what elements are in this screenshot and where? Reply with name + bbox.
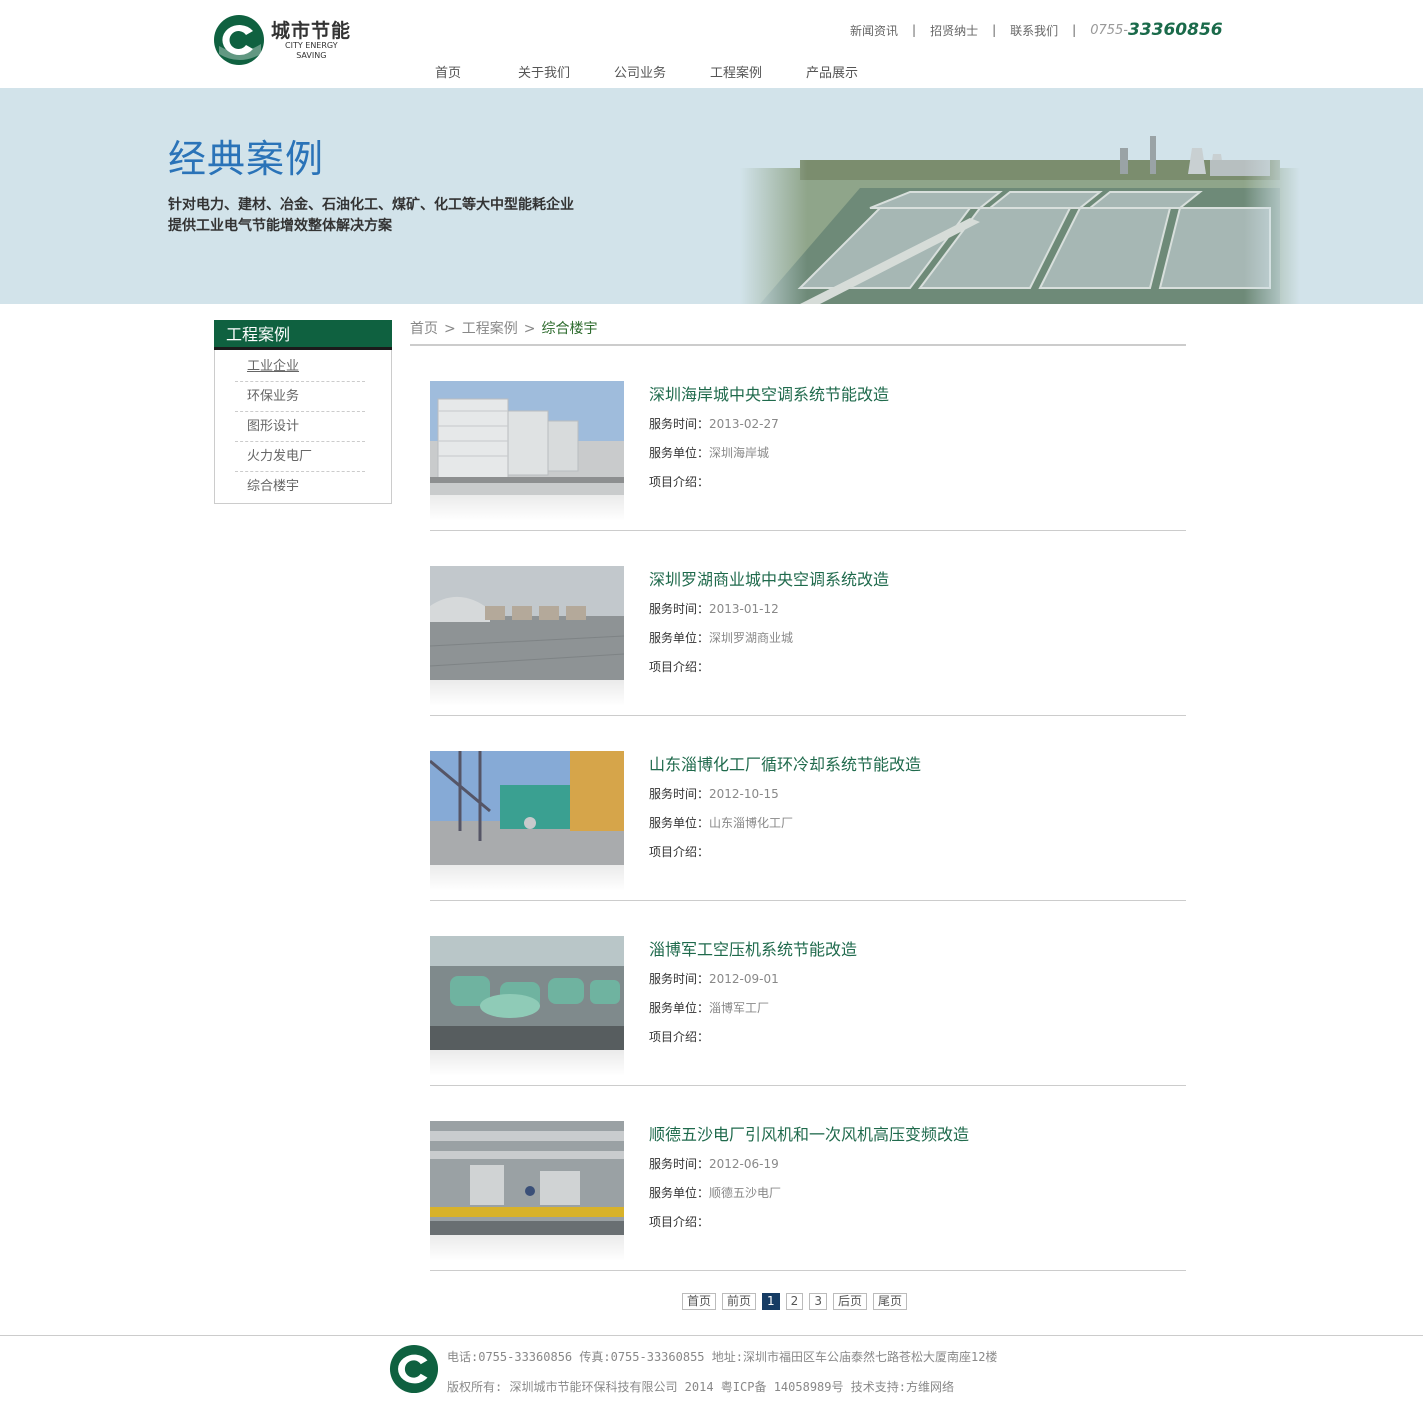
nav-cases[interactable]: 工程案例 <box>688 62 784 86</box>
phone-prefix: 0755- <box>1090 22 1128 38</box>
nav-home[interactable]: 首页 <box>400 62 496 86</box>
case-service-unit: 服务单位：山东淄博化工厂 <box>649 816 794 830</box>
banner: 经典案例 针对电力、建材、冶金、石油化工、煤矿、化工等大中型能耗企业 提供工业电… <box>0 88 1423 304</box>
pager-prev[interactable]: 前页 <box>722 1293 757 1310</box>
banner-subtitle-1: 针对电力、建材、冶金、石油化工、煤矿、化工等大中型能耗企业 <box>168 197 574 213</box>
breadcrumb-current: 综合楼宇 <box>541 321 598 337</box>
logo-text-cn: 城市节能 <box>271 20 352 42</box>
case-intro: 项目介绍： <box>649 1030 710 1044</box>
case-intro: 项目介绍： <box>649 1215 710 1229</box>
case-thumbnail[interactable] <box>430 1121 624 1235</box>
footer-copyright: 版权所有: 深圳城市节能环保科技有限公司 2014 粤ICP备 14058989… <box>447 1380 954 1394</box>
topnav-contact-link[interactable]: 联系我们 <box>1010 22 1058 39</box>
pager-page-1[interactable]: 1 <box>762 1293 780 1310</box>
case-thumbnail[interactable] <box>430 936 624 1050</box>
banner-title: 经典案例 <box>168 137 325 181</box>
topnav-news-link[interactable]: 新闻资讯 <box>850 22 898 39</box>
thumbnail-reflection <box>430 680 624 706</box>
case-thumbnail[interactable] <box>430 566 624 680</box>
sidebar: 工程案例 工业企业 环保业务 图形设计 火力发电厂 综合楼宇 <box>214 320 392 504</box>
case-title[interactable]: 深圳罗湖商业城中央空调系统改造 <box>649 566 889 590</box>
logo-mark-icon <box>214 15 264 65</box>
phone-number: 33360856 <box>1127 20 1223 40</box>
case-service-unit: 服务单位：深圳罗湖商业城 <box>649 631 794 645</box>
case-item: 山东淄博化工厂循环冷却系统节能改造 服务时间：2012-10-15 服务单位：山… <box>430 751 1186 901</box>
logo[interactable]: 城市节能 CITY ENERGY SAVING <box>213 14 365 68</box>
breadcrumb: 首页 > 工程案例 > 综合楼宇 <box>410 318 1186 346</box>
nav-about[interactable]: 关于我们 <box>496 62 592 86</box>
sidebar-list: 工业企业 环保业务 图形设计 火力发电厂 综合楼宇 <box>214 350 392 504</box>
thumbnail-reflection <box>430 865 624 891</box>
case-service-time: 服务时间：2012-06-19 <box>649 1157 779 1171</box>
banner-plant-image <box>740 88 1300 304</box>
pager-next[interactable]: 后页 <box>832 1293 867 1310</box>
case-thumbnail[interactable] <box>430 751 624 865</box>
footer-contact: 电话:0755-33360856 传真:0755-33360855 地址:深圳市… <box>447 1350 998 1364</box>
thumbnail-reflection <box>430 1050 624 1076</box>
case-item: 深圳罗湖商业城中央空调系统改造 服务时间：2013-01-12 服务单位：深圳罗… <box>430 566 1186 716</box>
case-intro: 项目介绍： <box>649 845 710 859</box>
sidebar-heading: 工程案例 <box>214 320 392 350</box>
pager-page-2[interactable]: 2 <box>785 1293 804 1310</box>
nav-products[interactable]: 产品展示 <box>784 62 880 86</box>
footer-logo-icon <box>389 1344 439 1394</box>
case-title[interactable]: 淄博军工空压机系统节能改造 <box>649 936 857 960</box>
case-thumbnail[interactable] <box>430 381 624 495</box>
breadcrumb-home[interactable]: 首页 <box>410 321 438 337</box>
case-item: 顺德五沙电厂引风机和一次风机高压变频改造 服务时间：2012-06-19 服务单… <box>430 1121 1186 1271</box>
top-nav: 新闻资讯 | 招贤纳士 | 联系我们 | 0755- 33360856 <box>850 20 1223 40</box>
footer-divider <box>0 1335 1423 1336</box>
case-intro: 项目介绍： <box>649 660 710 674</box>
case-title[interactable]: 山东淄博化工厂循环冷却系统节能改造 <box>649 751 921 775</box>
pagination: 首页 前页 1 2 3 后页 尾页 <box>682 1293 907 1310</box>
case-title[interactable]: 深圳海岸城中央空调系统节能改造 <box>649 381 889 405</box>
sidebar-item-power-plant[interactable]: 火力发电厂 <box>235 442 365 472</box>
sidebar-item-buildings[interactable]: 综合楼宇 <box>235 472 365 502</box>
case-service-time: 服务时间：2013-02-27 <box>649 417 779 431</box>
main-nav: 首页 关于我们 公司业务 工程案例 产品展示 <box>400 62 880 86</box>
thumbnail-reflection <box>430 495 624 521</box>
thumbnail-reflection <box>430 1235 624 1261</box>
case-item: 淄博军工空压机系统节能改造 服务时间：2012-09-01 服务单位：淄博军工厂… <box>430 936 1186 1086</box>
pager-last[interactable]: 尾页 <box>872 1293 907 1310</box>
case-service-unit: 服务单位：淄博军工厂 <box>649 1001 770 1015</box>
nav-business[interactable]: 公司业务 <box>592 62 688 86</box>
logo-text-en: CITY ENERGY SAVING <box>285 41 338 60</box>
case-service-unit: 服务单位：深圳海岸城 <box>649 446 770 460</box>
sidebar-item-environmental[interactable]: 环保业务 <box>235 382 365 412</box>
case-title[interactable]: 顺德五沙电厂引风机和一次风机高压变频改造 <box>649 1121 969 1145</box>
case-service-time: 服务时间：2013-01-12 <box>649 602 779 616</box>
case-service-unit: 服务单位：顺德五沙电厂 <box>649 1186 782 1200</box>
divider: | <box>912 23 917 37</box>
case-service-time: 服务时间：2012-10-15 <box>649 787 779 801</box>
sidebar-item-industrial[interactable]: 工业企业 <box>235 352 365 382</box>
divider: | <box>1072 23 1077 37</box>
topnav-jobs-link[interactable]: 招贤纳士 <box>930 22 978 39</box>
pager-first[interactable]: 首页 <box>682 1293 717 1310</box>
pager-page-3[interactable]: 3 <box>809 1293 827 1310</box>
breadcrumb-separator: > <box>444 321 456 337</box>
breadcrumb-cases[interactable]: 工程案例 <box>462 321 518 337</box>
case-item: 深圳海岸城中央空调系统节能改造 服务时间：2013-02-27 服务单位：深圳海… <box>430 381 1186 531</box>
breadcrumb-separator: > <box>523 321 536 337</box>
divider: | <box>992 23 997 37</box>
banner-subtitle-2: 提供工业电气节能增效整体解决方案 <box>168 218 392 234</box>
case-intro: 项目介绍： <box>649 475 710 489</box>
case-service-time: 服务时间：2012-09-01 <box>649 972 779 986</box>
sidebar-item-graphic-design[interactable]: 图形设计 <box>235 412 365 442</box>
